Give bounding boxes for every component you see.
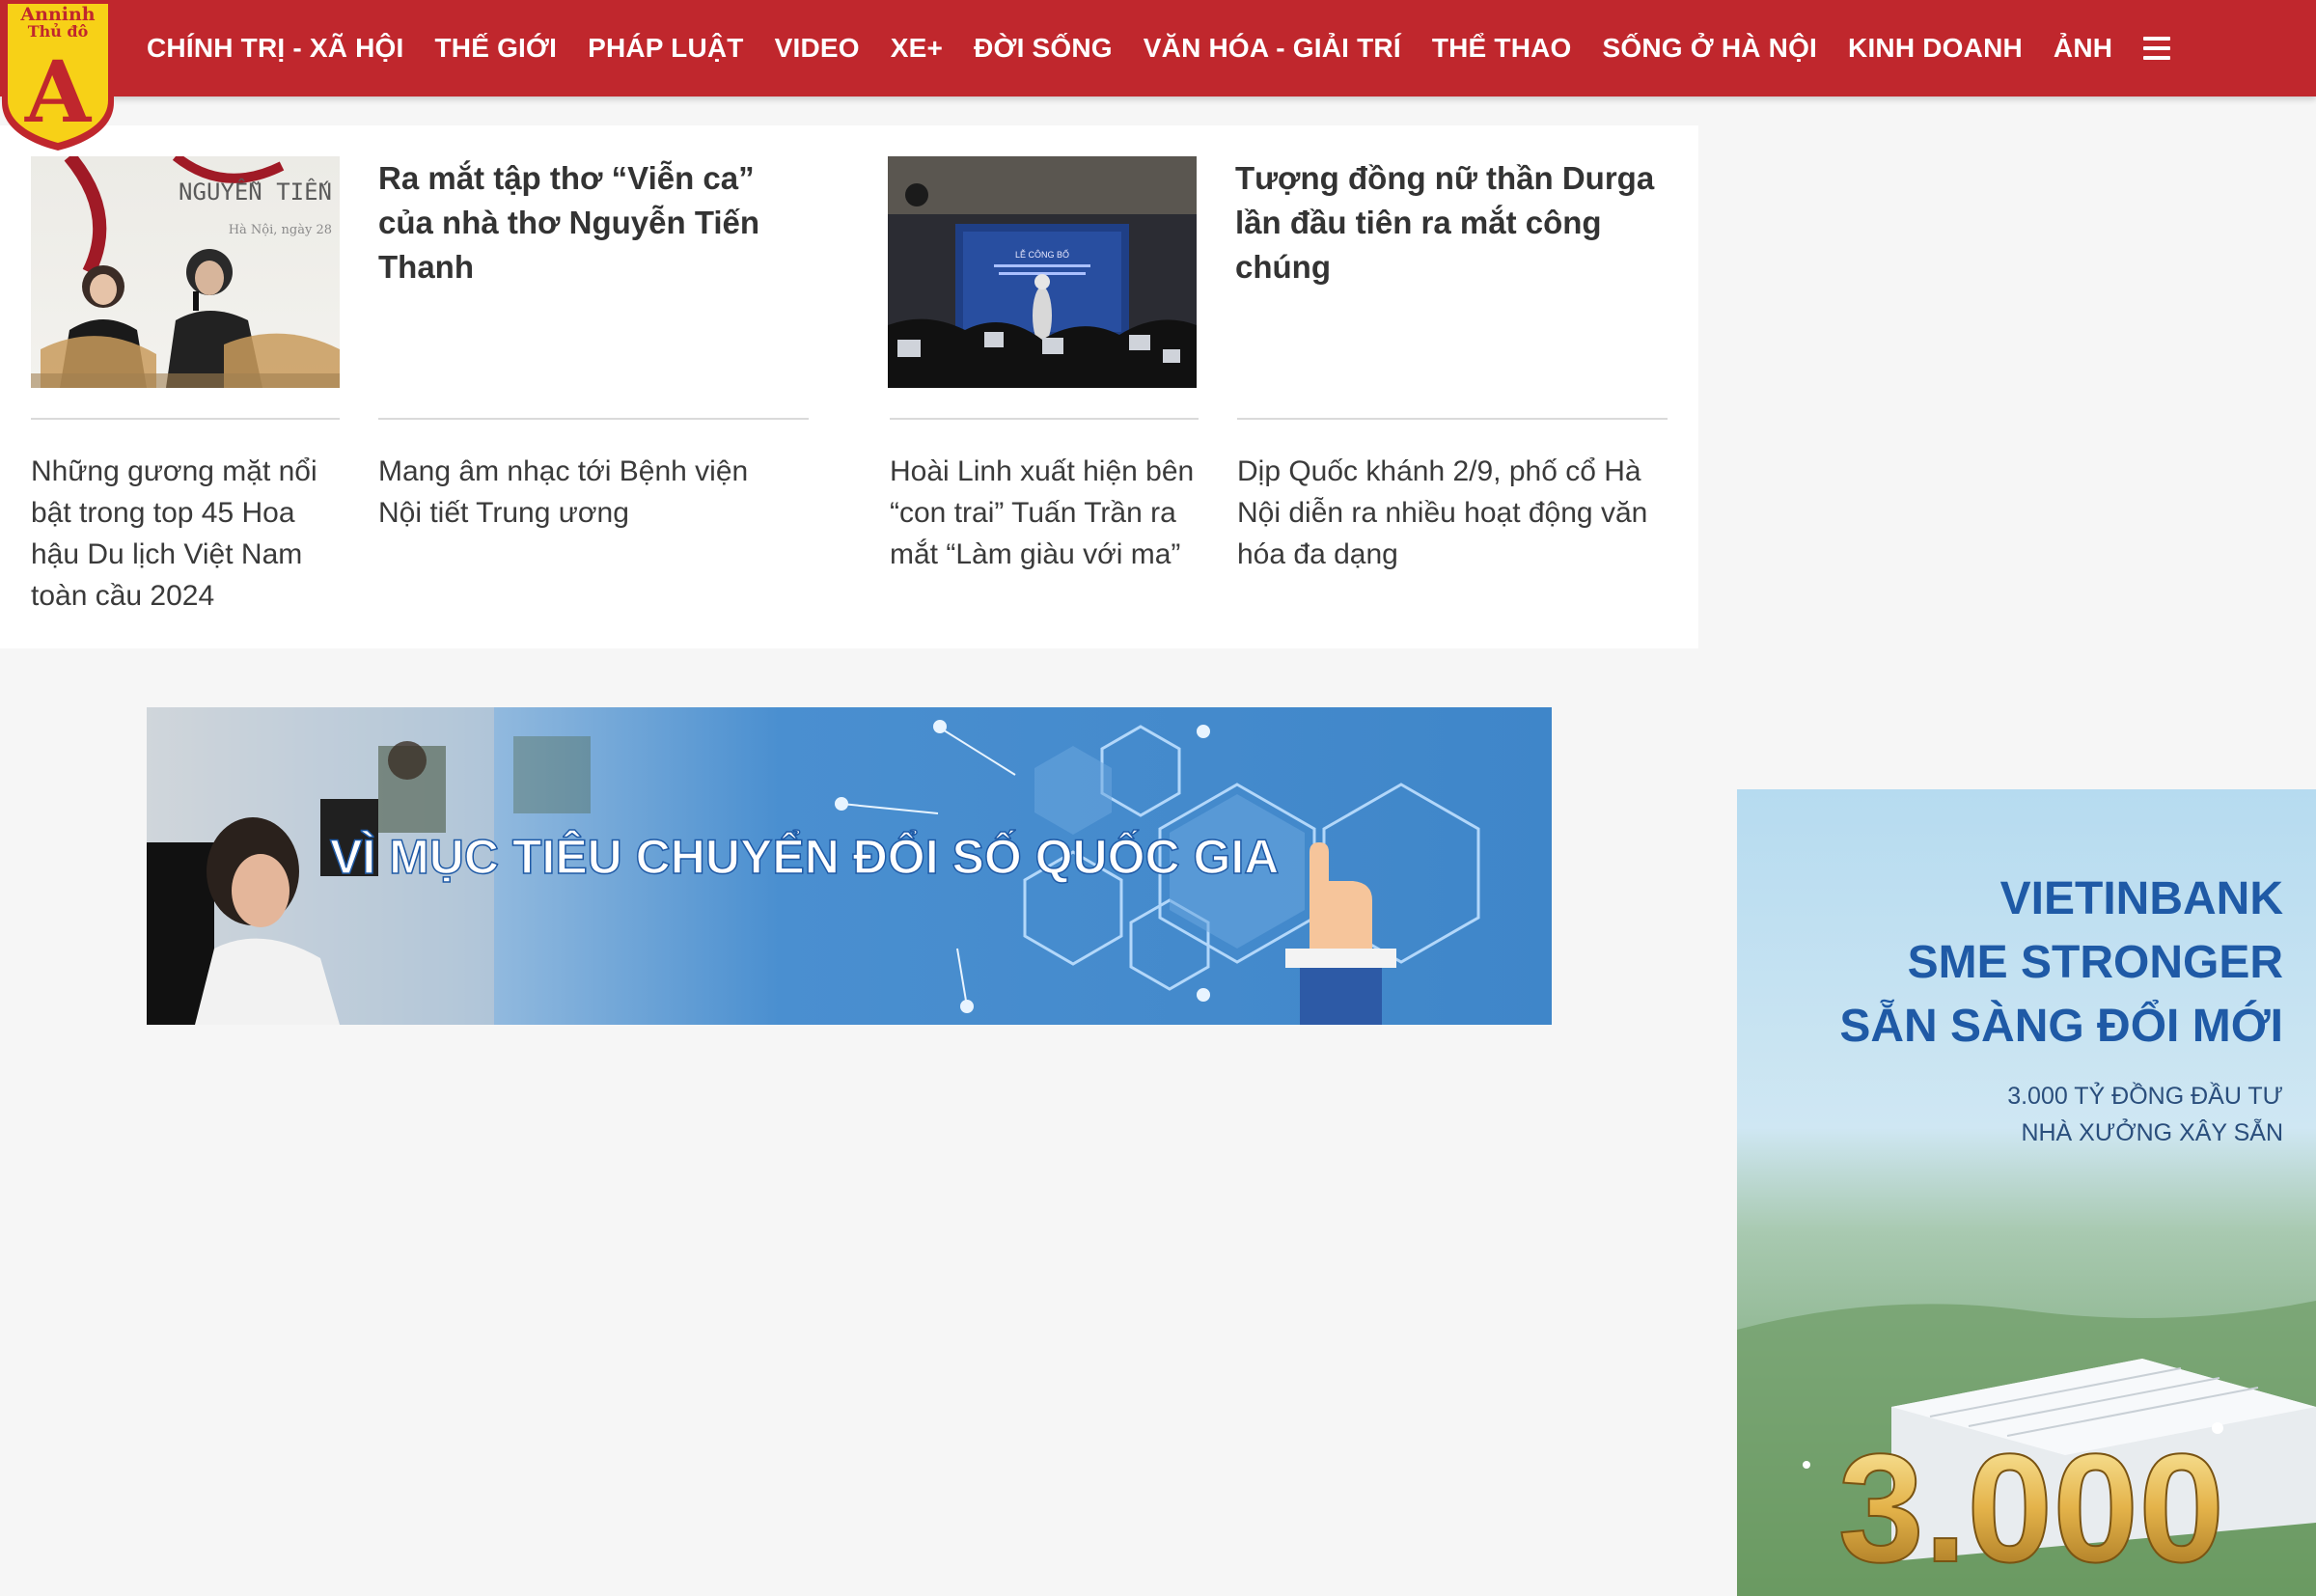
photo-book-launch: NGUYỄN TIẾN Hà Nội, ngày 28 [31, 156, 340, 388]
photo-durga-event: LỄ CÔNG BỐ [888, 156, 1197, 388]
banner-digital-transformation: VÌ MỤC TIÊU CHUYỂN ĐỔI SỐ QUỐC GIA [147, 707, 1552, 1025]
hamburger-menu-icon[interactable] [2143, 29, 2182, 68]
thumb1-date: Hà Nội, ngày 28 [229, 223, 332, 237]
article-title-vien-ca[interactable]: Ra mắt tập thơ “Viễn ca” của nhà thơ Ngu… [378, 156, 813, 289]
top-nav-bar: CHÍNH TRỊ - XÃ HỘI THẾ GIỚI PHÁP LUẬT VI… [0, 0, 2316, 96]
banner-side-big-number: 3.000 [1838, 1421, 2224, 1594]
article-title-durga[interactable]: Tượng đồng nữ thần Durga lần đầu tiên ra… [1235, 156, 1679, 289]
divider [1237, 418, 1668, 420]
thumb2-caption: LỄ CÔNG BỐ [1015, 249, 1069, 260]
article-thumbnail-durga[interactable]: LỄ CÔNG BỐ [888, 156, 1197, 388]
article-link-hoai-linh[interactable]: Hoài Linh xuất hiện bên “con trai” Tuấn … [890, 451, 1199, 575]
nav-item-doi-song[interactable]: ĐỜI SỐNG [974, 33, 1113, 64]
divider [890, 418, 1199, 420]
banner-side-line2: SME STRONGER [1907, 937, 2283, 988]
nav-item-kinh-doanh[interactable]: KINH DOANH [1848, 33, 2023, 64]
banner-vietinbank[interactable]: 3.000 VIETINBANK SME STRONGER SẴN SÀNG Đ… [1737, 789, 2316, 1596]
banner-side-line1: VIETINBANK [1999, 873, 2283, 924]
banner-side-sub1: 3.000 TỶ ĐỒNG ĐẦU TƯ [2007, 1083, 2283, 1110]
nav-item-the-gioi[interactable]: THẾ GIỚI [434, 33, 557, 64]
nav-item-van-hoa-giai-tri[interactable]: VĂN HÓA - GIẢI TRÍ [1144, 33, 1401, 64]
article-thumbnail-vien-ca[interactable]: NGUYỄN TIẾN Hà Nội, ngày 28 [31, 156, 340, 388]
banner-wide-text: VÌ MỤC TIÊU CHUYỂN ĐỔI SỐ QUỐC GIA [330, 829, 1279, 884]
banner-side-sub2: NHÀ XƯỞNG XÂY SẴN [2021, 1119, 2283, 1146]
banner-side-line3: SẴN SÀNG ĐỔI MỚI [1839, 1001, 2283, 1052]
nav-item-song-o-ha-noi[interactable]: SỐNG Ở HÀ NỘI [1603, 33, 1818, 64]
site-logo[interactable]: Anninh Thủ đô A [0, 0, 116, 152]
logo-shield-icon: Anninh Thủ đô A [2, 0, 114, 151]
related-articles-panel: NGUYỄN TIẾN Hà Nội, ngày 28 Ra mắt tập t… [0, 125, 1698, 648]
article-link-am-nhac[interactable]: Mang âm nhạc tới Bệnh viện Nội tiết Trun… [378, 451, 784, 534]
logo-letter: A [24, 41, 93, 142]
nav-item-xe-plus[interactable]: XE+ [891, 33, 943, 64]
nav-item-phap-luat[interactable]: PHÁP LUẬT [588, 33, 744, 64]
article-link-quoc-khanh[interactable]: Dịp Quốc khánh 2/9, phố cổ Hà Nội diễn r… [1237, 451, 1681, 575]
banner-chuyen-doi-so[interactable]: VÌ MỤC TIÊU CHUYỂN ĐỔI SỐ QUỐC GIA [147, 707, 1552, 1025]
nav-item-anh[interactable]: ẢNH [2054, 33, 2112, 64]
nav-item-video[interactable]: VIDEO [775, 33, 860, 64]
logo-line2: Thủ đô [28, 22, 89, 41]
article-link-hoa-hau[interactable]: Những gương mặt nổi bật trong top 45 Hoa… [31, 451, 340, 617]
thumb1-caption: NGUYỄN TIẾN [179, 178, 332, 206]
main-nav: CHÍNH TRỊ - XÃ HỘI THẾ GIỚI PHÁP LUẬT VI… [147, 0, 2182, 96]
divider [378, 418, 809, 420]
nav-item-the-thao[interactable]: THỂ THAO [1432, 33, 1572, 64]
divider [31, 418, 340, 420]
nav-item-chinh-tri-xa-hoi[interactable]: CHÍNH TRỊ - XÃ HỘI [147, 33, 403, 64]
